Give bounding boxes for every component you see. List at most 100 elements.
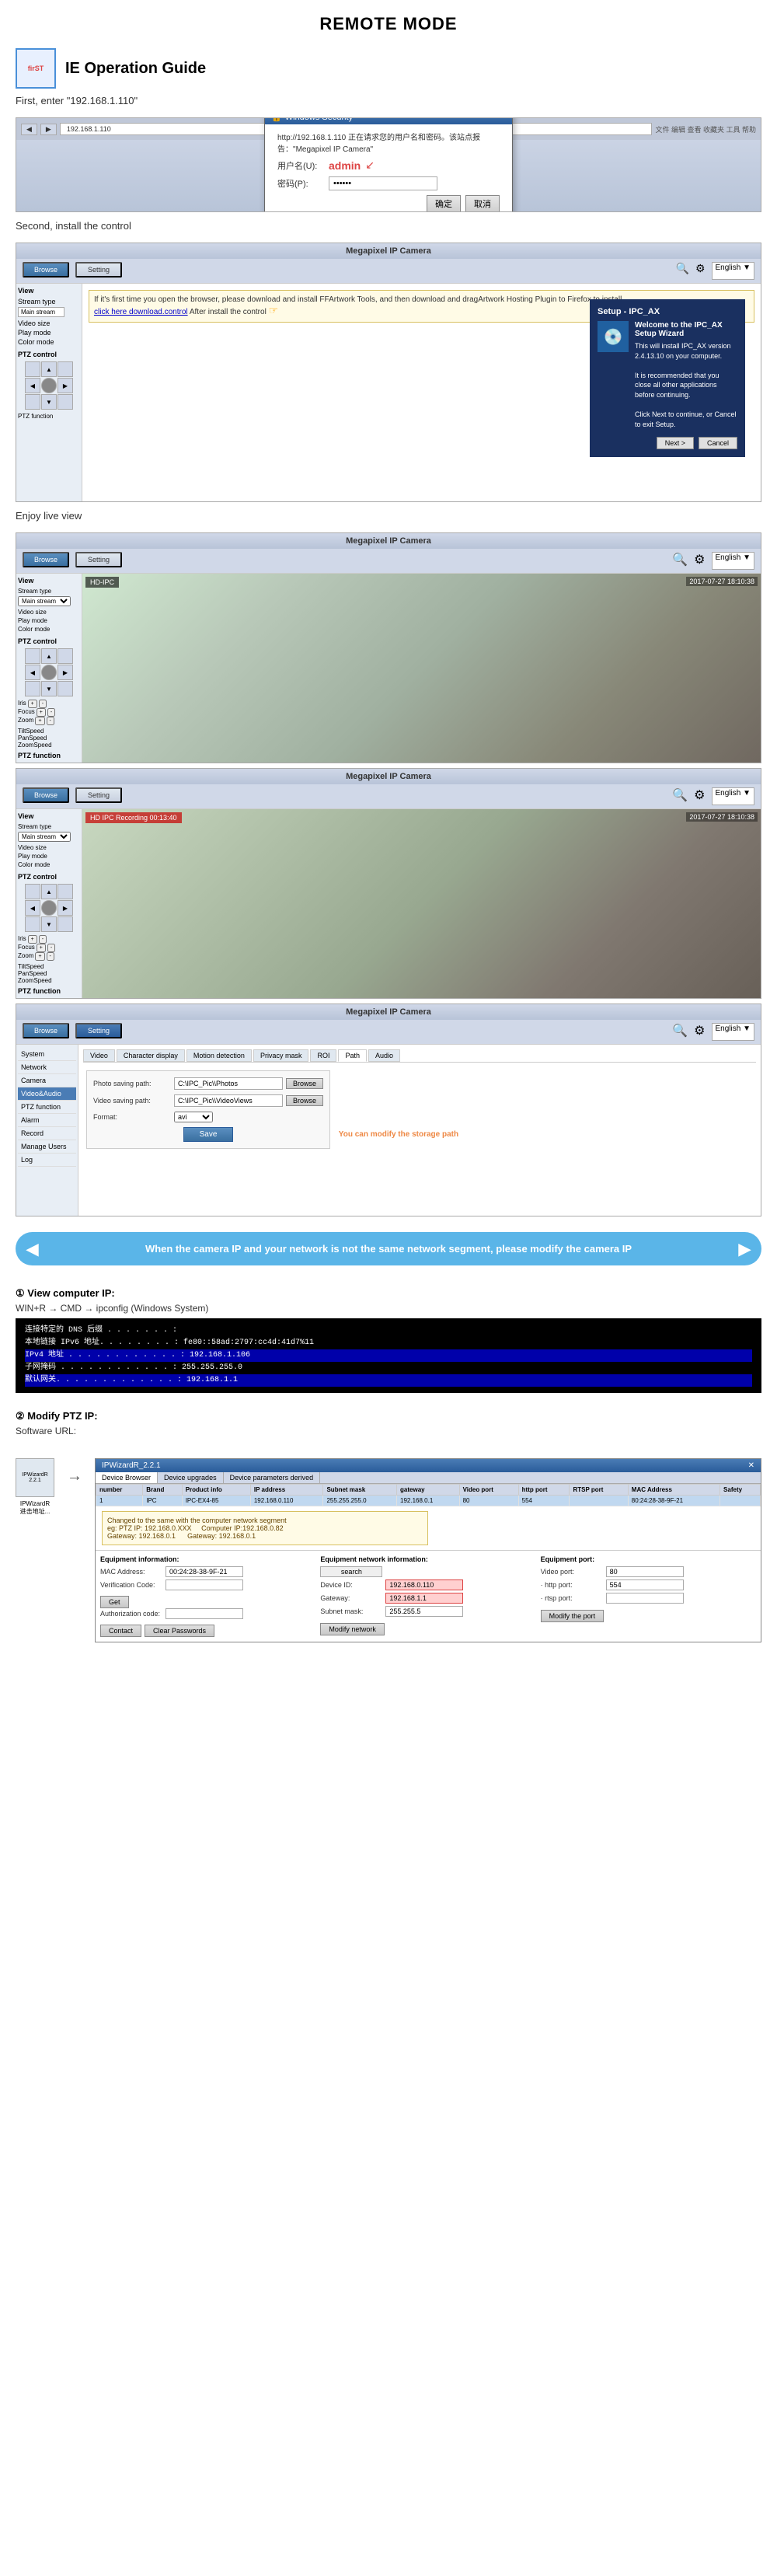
iris2-minus[interactable]: -: [39, 935, 47, 944]
ptz-left-btn[interactable]: ◀: [25, 378, 40, 393]
http-input[interactable]: [606, 1579, 684, 1590]
focus2-plus[interactable]: +: [37, 944, 46, 952]
stream-select[interactable]: Main stream: [18, 307, 64, 317]
settings-setting-btn[interactable]: Setting: [75, 1023, 122, 1038]
settings-tabs: Video Character display Motion detection…: [83, 1049, 756, 1063]
ipwizard-tab-browser[interactable]: Device Browser: [96, 1472, 158, 1483]
lv1-stream-select[interactable]: Main stream: [18, 596, 71, 606]
menu-ptz[interactable]: PTZ function: [18, 1101, 76, 1114]
tab-path[interactable]: Path: [338, 1049, 367, 1062]
tab-motion[interactable]: Motion detection: [186, 1049, 252, 1062]
gateway-input[interactable]: [385, 1593, 463, 1604]
iris-minus-btn[interactable]: -: [39, 700, 47, 708]
search-btn[interactable]: [320, 1566, 382, 1577]
menu-record[interactable]: Record: [18, 1127, 76, 1140]
ipwizard-close-btn[interactable]: ✕: [748, 1461, 754, 1470]
focus2-minus[interactable]: -: [47, 944, 55, 952]
video-port-input[interactable]: [606, 1566, 684, 1577]
contact-btn[interactable]: Contact: [100, 1625, 141, 1637]
ipwizard-tab-params[interactable]: Device parameters derived: [224, 1472, 321, 1483]
ptz-dr[interactable]: [57, 681, 73, 696]
ptz-dl[interactable]: [25, 681, 40, 696]
lang-dropdown[interactable]: English ▼: [712, 262, 754, 280]
save-btn[interactable]: Save: [183, 1127, 234, 1142]
format-select[interactable]: avi: [174, 1112, 213, 1122]
tab-privacy[interactable]: Privacy mask: [253, 1049, 309, 1062]
ptz-d[interactable]: ▼: [41, 681, 57, 696]
photo-browse-btn[interactable]: Browse: [286, 1078, 323, 1089]
zoom-minus-btn[interactable]: -: [47, 717, 54, 725]
ptz-downleft-btn[interactable]: [25, 394, 40, 410]
modify-network-btn[interactable]: Modify network: [320, 1623, 385, 1635]
menu-system[interactable]: System: [18, 1048, 76, 1061]
subnet-input[interactable]: [385, 1606, 463, 1617]
lv1-lang-select[interactable]: English ▼: [712, 552, 754, 570]
menu-camera[interactable]: Camera: [18, 1074, 76, 1087]
auth-input[interactable]: [166, 1608, 243, 1619]
lv2-browse-btn[interactable]: Browse: [23, 787, 69, 803]
ptz-center-btn[interactable]: [41, 378, 57, 393]
settings-lang-select[interactable]: English ▼: [712, 1023, 754, 1041]
zoom-plus-btn[interactable]: +: [35, 717, 44, 725]
ptz-r[interactable]: ▶: [57, 665, 73, 680]
modify-port-btn[interactable]: Modify the port: [541, 1610, 605, 1622]
lv1-browse-btn[interactable]: Browse: [23, 552, 69, 567]
section-title: IE Operation Guide: [65, 60, 206, 78]
ptz-downright-btn[interactable]: [57, 394, 73, 410]
browser-forward-btn[interactable]: ▶: [40, 124, 57, 135]
video-path-input[interactable]: [174, 1094, 283, 1107]
iris2-plus[interactable]: +: [28, 935, 37, 944]
ptz-ul[interactable]: [25, 648, 40, 664]
menu-log[interactable]: Log: [18, 1154, 76, 1167]
focus-plus-btn[interactable]: +: [37, 708, 46, 717]
lv2-lang-select[interactable]: English ▼: [712, 787, 754, 805]
ptz-right-btn[interactable]: ▶: [57, 378, 73, 393]
cmd-line-5: 默认网关. . . . . . . . . . . . . : 192.168.…: [25, 1374, 752, 1387]
lv2-stream-select[interactable]: Main stream: [18, 832, 71, 842]
download-link[interactable]: click here download.control: [94, 308, 188, 316]
zoom2-plus[interactable]: +: [35, 952, 44, 961]
ptz-upleft-btn[interactable]: [25, 361, 40, 377]
browser-back-btn[interactable]: ◀: [21, 124, 37, 135]
dialog-cancel-btn[interactable]: 取消: [465, 195, 500, 212]
photo-path-input[interactable]: [174, 1077, 283, 1090]
browse-btn[interactable]: Browse: [23, 262, 69, 277]
lv1-label: HD-IPC: [85, 577, 119, 588]
lv1-setting-btn[interactable]: Setting: [75, 552, 122, 567]
setup-cancel-btn[interactable]: Cancel: [699, 437, 737, 449]
tab-video[interactable]: Video: [83, 1049, 115, 1062]
ptz-upright-btn[interactable]: [57, 361, 73, 377]
lv2-setting-btn[interactable]: Setting: [75, 787, 122, 803]
device-id-input[interactable]: [385, 1579, 463, 1590]
ipwizard-tab-upgrade[interactable]: Device upgrades: [158, 1472, 224, 1483]
ptz-u[interactable]: ▲: [41, 648, 57, 664]
rtsp-input[interactable]: [606, 1593, 684, 1604]
menu-videoaudio[interactable]: Video&Audio: [18, 1087, 76, 1101]
video-browse-btn[interactable]: Browse: [286, 1095, 323, 1106]
clear-btn[interactable]: Clear Passwords: [145, 1625, 214, 1637]
menu-network[interactable]: Network: [18, 1061, 76, 1074]
settings-browse-btn[interactable]: Browse: [23, 1023, 69, 1038]
focus-minus-btn[interactable]: -: [47, 708, 55, 717]
verify-input[interactable]: [166, 1579, 243, 1590]
ptz-l[interactable]: ◀: [25, 665, 40, 680]
ptz-up-btn[interactable]: ▲: [41, 361, 57, 377]
setting-btn[interactable]: Setting: [75, 262, 122, 277]
ptz-down-btn[interactable]: ▼: [41, 394, 57, 410]
password-input[interactable]: [329, 176, 437, 190]
ptz-c[interactable]: [41, 665, 57, 680]
tab-audio[interactable]: Audio: [368, 1049, 400, 1062]
menu-alarm[interactable]: Alarm: [18, 1114, 76, 1127]
subnet-label: Subnet mask:: [320, 1607, 382, 1615]
ptz-ur[interactable]: [57, 648, 73, 664]
setup-next-btn[interactable]: Next >: [657, 437, 694, 449]
iris-plus-btn[interactable]: +: [28, 700, 37, 708]
get-btn[interactable]: Get: [100, 1596, 129, 1608]
table-row[interactable]: 1 IPC IPC-EX4-85 192.168.0.110 255.255.2…: [96, 1496, 761, 1506]
menu-users[interactable]: Manage Users: [18, 1140, 76, 1154]
tab-char[interactable]: Character display: [117, 1049, 185, 1062]
zoom2-minus[interactable]: -: [47, 952, 54, 961]
mac-input[interactable]: [166, 1566, 243, 1577]
tab-roi[interactable]: ROI: [310, 1049, 336, 1062]
dialog-ok-btn[interactable]: 确定: [427, 195, 461, 212]
